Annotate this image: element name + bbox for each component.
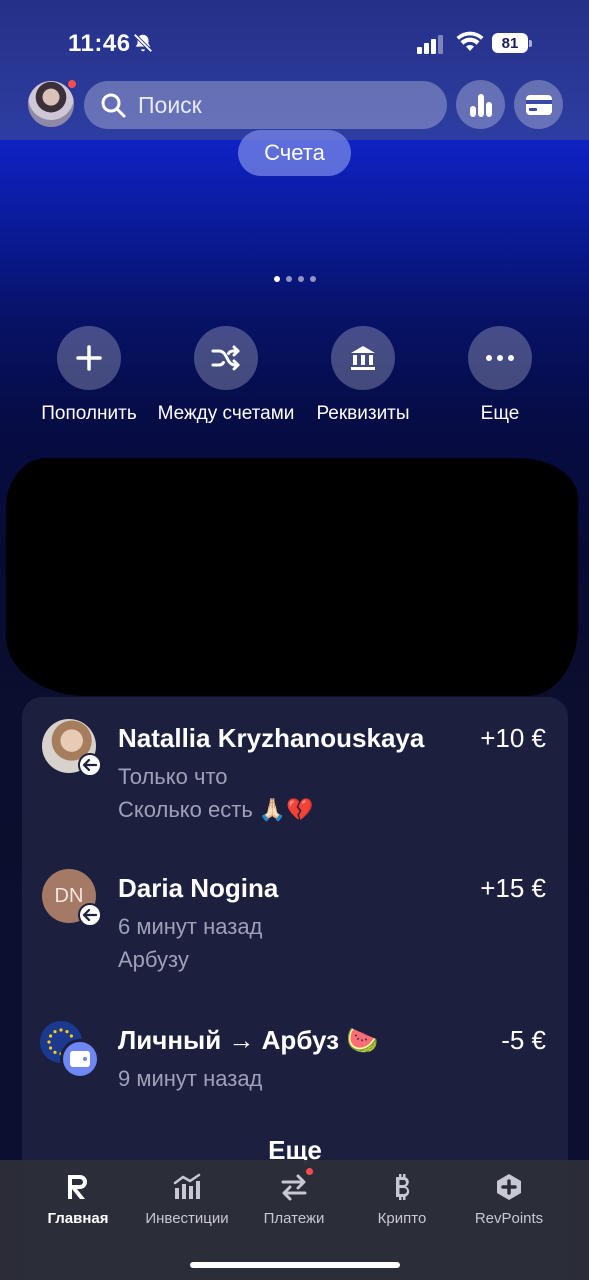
bar-chart-icon (469, 93, 492, 117)
action-label: Еще (480, 403, 520, 424)
battery-indicator: 81 (492, 33, 532, 53)
bell-muted-icon (133, 33, 153, 53)
transaction-note: Арбузу (118, 947, 189, 972)
transaction-time: 9 минут назад (118, 1066, 263, 1091)
battery-level: 81 (492, 33, 528, 53)
action-circle (468, 326, 532, 390)
transaction-row[interactable]: DN Daria Nogina +15 € 6 минут назад Арбу… (22, 847, 568, 999)
home-screen: 11:46 81 Поиск Счета Пополнить Между сче… (0, 0, 589, 1280)
transaction-name: Daria Nogina (118, 873, 279, 903)
transfer-arrows-icon (279, 1168, 313, 1202)
action-label: Реквизиты (316, 403, 410, 424)
arrow-left-icon (83, 909, 97, 921)
card-icon (525, 94, 552, 115)
tab-crypto[interactable]: Крипто (342, 1172, 462, 1227)
transaction-time: Только что (118, 764, 228, 789)
action-label: Пополнить (41, 403, 137, 424)
cellular-signal-icon (417, 35, 443, 54)
page-dot (274, 276, 280, 282)
shuffle-icon (211, 345, 240, 371)
tab-label: Крипто (377, 1210, 427, 1227)
transaction-amount: +10 € (480, 723, 546, 753)
transaction-note: Сколько есть 🙏🏻💔 (118, 797, 314, 822)
tab-payments[interactable]: Платежи (234, 1168, 354, 1227)
action-more[interactable]: Еще (430, 326, 570, 426)
more-icon (486, 355, 514, 361)
transaction-amount: -5 € (501, 1025, 546, 1055)
transaction-amount: +15 € (480, 873, 546, 903)
search-input[interactable] (138, 91, 418, 119)
bank-icon (351, 346, 375, 370)
page-dot (298, 276, 304, 282)
revpoints-icon (494, 1172, 524, 1202)
tab-label: RevPoints (474, 1210, 544, 1227)
transaction-name: Личный → Арбуз 🍉 (118, 1025, 379, 1055)
action-circle (57, 326, 121, 390)
battery-tip (529, 40, 532, 47)
transaction-time: 6 минут назад (118, 914, 263, 939)
tab-label: Главная (47, 1210, 109, 1227)
transaction-name: Natallia Kryzhanouskaya (118, 723, 425, 753)
action-top-up[interactable]: Пополнить (19, 326, 159, 426)
action-circle (331, 326, 395, 390)
status-time: 11:46 (68, 30, 131, 57)
page-dot (310, 276, 316, 282)
incoming-arrow-badge (78, 753, 102, 777)
arrow-left-icon (83, 759, 97, 771)
analytics-button[interactable] (456, 80, 505, 129)
profile-avatar[interactable] (28, 80, 76, 127)
revolut-r-icon (63, 1172, 93, 1202)
wallet-badge (60, 1039, 100, 1079)
wifi-icon (456, 31, 484, 51)
redacted-area (6, 458, 578, 696)
transaction-row[interactable]: Личный → Арбуз 🍉 -5 € 9 минут назад (22, 999, 568, 1119)
plus-icon (76, 345, 102, 371)
action-circle (194, 326, 258, 390)
page-indicator[interactable] (274, 276, 316, 282)
status-bar: 11:46 81 (0, 0, 589, 80)
tab-home[interactable]: Главная (18, 1172, 138, 1227)
search-bar[interactable] (84, 81, 447, 129)
tab-label: Платежи (263, 1210, 325, 1227)
cards-button[interactable] (514, 80, 563, 129)
tab-label: Инвестиции (145, 1210, 229, 1227)
incoming-arrow-badge (78, 903, 102, 927)
accounts-button[interactable]: Счета (238, 130, 351, 176)
page-dot (286, 276, 292, 282)
search-icon (101, 93, 126, 118)
notification-dot (306, 1168, 313, 1175)
transaction-row[interactable]: Natallia Kryzhanouskaya +10 € Только что… (22, 697, 568, 847)
action-between-accounts[interactable]: Между счетами (156, 326, 296, 426)
home-indicator[interactable] (190, 1262, 400, 1268)
chart-icon (172, 1172, 202, 1202)
tab-revpoints[interactable]: RevPoints (449, 1172, 569, 1227)
bitcoin-icon (387, 1172, 417, 1202)
wallet-icon (70, 1051, 90, 1067)
notification-dot (68, 80, 76, 88)
tab-investments[interactable]: Инвестиции (127, 1172, 247, 1227)
action-label: Между счетами (157, 403, 295, 424)
action-requisites[interactable]: Реквизиты (293, 326, 433, 426)
